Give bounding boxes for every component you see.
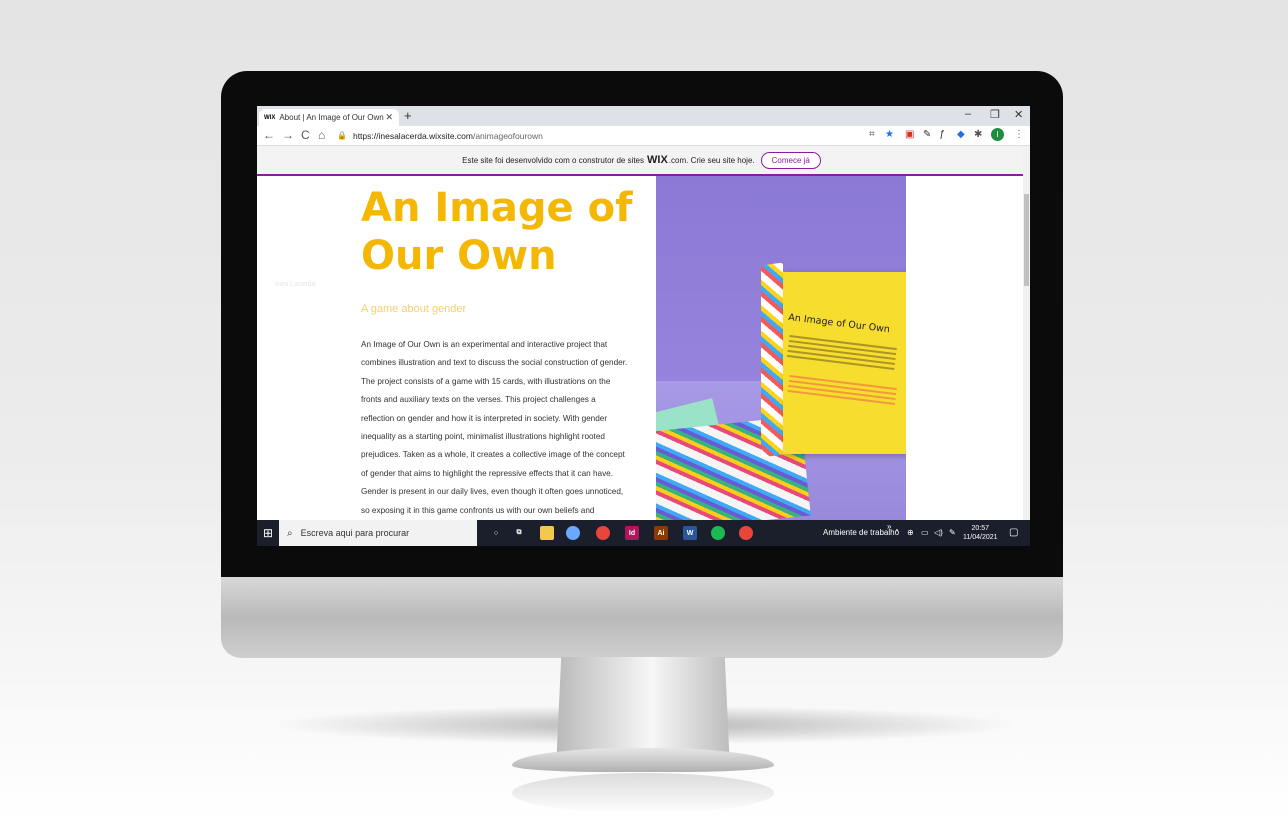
chevron-more-icon[interactable]: »: [887, 522, 891, 531]
search-placeholder: Escreva aqui para procurar: [300, 528, 410, 538]
search-icon: ⌕: [287, 527, 293, 539]
photo-box-text-lines: [786, 332, 898, 373]
page-subtitle: A game about gender: [361, 303, 467, 315]
start-now-button[interactable]: Comece já: [760, 151, 821, 169]
forward-button[interactable]: →: [282, 128, 294, 142]
browser-tab-active[interactable]: WIX About | An Image of Our Own ✕: [259, 109, 399, 126]
taskbar-clock[interactable]: 20:57 11/04/2021: [963, 524, 998, 542]
wix-banner-text: Este site foi desenvolvido com o constru…: [462, 155, 645, 165]
photo-box-quote-lines: [787, 372, 897, 408]
indesign-icon[interactable]: Id: [625, 526, 639, 540]
photo-box-side: [761, 262, 783, 458]
cortana-icon[interactable]: ○: [489, 526, 503, 540]
minimize-button[interactable]: –: [965, 108, 971, 120]
profile-icon[interactable]: I: [991, 128, 1004, 141]
illustrator-icon[interactable]: Ai: [654, 526, 668, 540]
file-explorer-icon[interactable]: [540, 526, 554, 540]
menu-icon[interactable]: ⋮: [1014, 129, 1024, 140]
stand-reflection: [512, 773, 774, 813]
wix-banner: Este site foi desenvolvido com o constru…: [257, 146, 1026, 176]
pocket-icon[interactable]: ▣: [905, 129, 914, 140]
chrome-icon[interactable]: [596, 526, 610, 540]
windows-taskbar: ⊞ ⌕ Escreva aqui para procurar ○ ⧉ Id Ai W A…: [257, 520, 1030, 546]
page-title: An Image of Our Own: [361, 185, 633, 279]
clock-time: 20:57: [971, 525, 990, 532]
chevron-up-icon[interactable]: ^: [895, 528, 899, 537]
restore-button[interactable]: ❐: [990, 108, 1000, 121]
star-icon[interactable]: ★: [885, 129, 894, 140]
windows-start-icon[interactable]: ⊞: [263, 526, 273, 540]
photo-box-title: An Image of Our Own: [787, 312, 891, 336]
pen-icon[interactable]: ✎: [923, 129, 931, 140]
photo-box-front: An Image of Our Own: [783, 272, 906, 454]
word-icon[interactable]: W: [683, 526, 697, 540]
faint-label: Ines Lacerda: [275, 281, 316, 288]
volume-icon[interactable]: ◁): [934, 528, 943, 537]
page-body-text: An Image of Our Own is an experimental a…: [361, 340, 628, 515]
monitor-stand-base: [512, 748, 774, 772]
url-host: https://inesalacerda.wixsite.com: [352, 130, 473, 141]
network-icon[interactable]: ⊕: [907, 528, 914, 537]
paint-icon[interactable]: [566, 526, 580, 540]
wix-favicon-icon: WIX: [264, 114, 276, 121]
home-button[interactable]: ⌂: [318, 128, 325, 142]
back-button[interactable]: ←: [263, 128, 275, 142]
url-path: /animageofourown: [472, 130, 543, 141]
pen-tray-icon[interactable]: ✎: [949, 528, 956, 537]
page-content: Ines Lacerda An Image of Our Own A game …: [257, 176, 1023, 520]
task-view-icon[interactable]: ⧉: [512, 526, 526, 540]
browser-toolbar: ← → C ⌂ 🔒 https://inesalacerda.wixsite.c…: [257, 126, 1030, 146]
battery-icon[interactable]: ▭: [921, 528, 929, 537]
taskbar-search-input[interactable]: ⌕ Escreva aqui para procurar: [279, 520, 477, 546]
notification-icon[interactable]: ▢: [1009, 527, 1018, 538]
tab-close-icon[interactable]: ✕: [385, 112, 393, 123]
address-bar[interactable]: 🔒 https://inesalacerda.wixsite.com /anim…: [337, 128, 857, 143]
browser-tabbar: WIX About | An Image of Our Own ✕ + – ❐ …: [257, 106, 1030, 126]
graduation-icon[interactable]: ◆: [957, 129, 965, 140]
product-photo: An Image of Our Own: [656, 176, 906, 520]
qr-icon[interactable]: ⌗: [869, 129, 875, 140]
f-icon[interactable]: ƒ: [939, 129, 945, 140]
scrollbar-thumb[interactable]: [1024, 194, 1029, 286]
lock-icon: 🔒: [337, 131, 347, 140]
close-window-button[interactable]: ✕: [1014, 108, 1023, 121]
tab-title: About | An Image of Our Own: [279, 113, 384, 122]
puzzle-icon[interactable]: ✱: [974, 129, 982, 140]
screen: WIX About | An Image of Our Own ✕ + – ❐ …: [257, 106, 1030, 546]
reload-button[interactable]: C: [301, 128, 310, 142]
new-tab-button[interactable]: +: [404, 108, 412, 123]
monitor-chin: [221, 577, 1063, 658]
wix-logo[interactable]: WIX: [647, 154, 668, 166]
chrome-active-icon[interactable]: [739, 526, 753, 540]
spotify-icon[interactable]: [711, 526, 725, 540]
clock-date: 11/04/2021: [963, 534, 998, 541]
wix-banner-text-after: .com. Crie seu site hoje.: [668, 155, 755, 165]
